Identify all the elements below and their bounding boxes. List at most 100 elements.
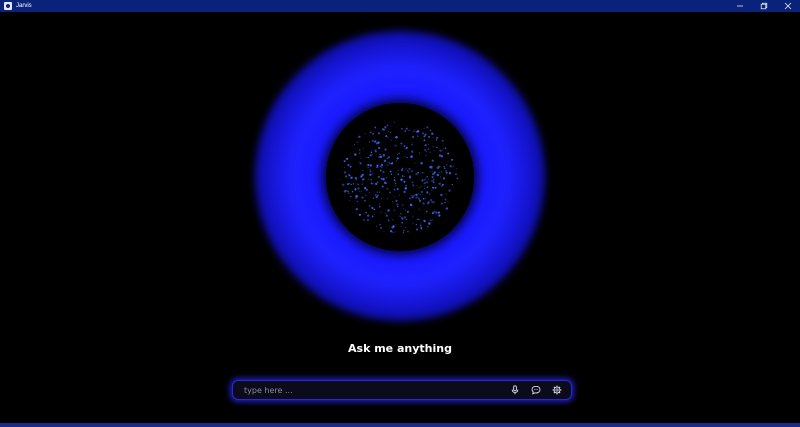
particle bbox=[359, 162, 362, 165]
particle bbox=[425, 210, 428, 213]
particle bbox=[396, 157, 399, 160]
particle bbox=[430, 219, 432, 222]
particle bbox=[371, 215, 374, 218]
particle bbox=[399, 194, 400, 196]
restore-button[interactable] bbox=[752, 0, 776, 12]
particle bbox=[437, 211, 441, 214]
particle bbox=[417, 135, 419, 137]
particle bbox=[397, 173, 400, 176]
particle bbox=[444, 198, 447, 201]
particle bbox=[395, 224, 397, 226]
particle bbox=[387, 209, 390, 212]
particle bbox=[362, 197, 364, 199]
particle bbox=[400, 169, 404, 172]
particle bbox=[434, 186, 437, 189]
particle bbox=[343, 171, 347, 174]
particle bbox=[418, 187, 420, 189]
settings-icon bbox=[552, 385, 562, 395]
particle bbox=[431, 179, 433, 182]
particle bbox=[393, 209, 396, 211]
particle bbox=[410, 150, 414, 153]
particle bbox=[419, 194, 421, 196]
particle bbox=[432, 146, 434, 148]
particle bbox=[427, 143, 430, 145]
particle bbox=[396, 153, 399, 155]
particle bbox=[413, 195, 415, 197]
particle bbox=[389, 170, 392, 173]
particle bbox=[405, 186, 406, 188]
chat-button[interactable] bbox=[527, 381, 545, 399]
particle bbox=[456, 168, 458, 170]
particle bbox=[432, 178, 435, 181]
jarvis-app-icon bbox=[4, 2, 12, 10]
particle bbox=[372, 172, 374, 174]
particle bbox=[419, 224, 422, 227]
particle bbox=[382, 170, 385, 173]
particle bbox=[377, 175, 380, 179]
particle bbox=[346, 157, 349, 160]
particle bbox=[428, 193, 430, 195]
particle bbox=[440, 202, 444, 205]
particle bbox=[403, 229, 405, 232]
close-button[interactable] bbox=[776, 0, 800, 12]
particle bbox=[383, 161, 385, 163]
particle bbox=[346, 190, 349, 193]
particle bbox=[417, 171, 420, 174]
particle bbox=[405, 128, 407, 130]
particle bbox=[439, 176, 442, 178]
particle bbox=[430, 165, 433, 168]
particle bbox=[371, 206, 374, 210]
particle bbox=[423, 185, 425, 187]
particle bbox=[424, 144, 427, 147]
particle bbox=[405, 168, 407, 170]
particle bbox=[429, 151, 432, 153]
particle bbox=[380, 226, 383, 229]
input-bar bbox=[232, 380, 572, 400]
particle bbox=[354, 188, 357, 191]
particle bbox=[386, 187, 389, 190]
particle bbox=[385, 182, 387, 184]
particle bbox=[443, 165, 445, 168]
particle bbox=[407, 230, 409, 233]
particle bbox=[381, 186, 383, 188]
minimize-button[interactable] bbox=[728, 0, 752, 12]
particle bbox=[425, 150, 427, 152]
microphone-button[interactable] bbox=[506, 381, 524, 399]
particle bbox=[433, 150, 435, 152]
particle bbox=[432, 201, 435, 204]
particle bbox=[401, 127, 403, 130]
particle bbox=[360, 157, 362, 159]
restore-icon bbox=[760, 2, 768, 10]
particle bbox=[447, 201, 449, 203]
particle bbox=[398, 215, 400, 217]
particle bbox=[425, 181, 429, 184]
particle bbox=[391, 231, 393, 233]
particle bbox=[445, 193, 447, 195]
particle bbox=[372, 183, 374, 185]
particle bbox=[372, 132, 375, 135]
particle bbox=[413, 129, 415, 131]
particle bbox=[360, 190, 362, 192]
message-input[interactable] bbox=[233, 381, 506, 399]
particle bbox=[384, 126, 387, 129]
particle bbox=[406, 156, 408, 159]
particle bbox=[448, 171, 452, 175]
particle bbox=[424, 212, 426, 214]
particle bbox=[370, 151, 373, 154]
particle bbox=[445, 170, 447, 172]
particle bbox=[364, 187, 367, 190]
particle bbox=[387, 164, 389, 167]
window-controls bbox=[728, 0, 800, 12]
particle bbox=[392, 219, 394, 221]
particle bbox=[405, 148, 407, 150]
particle bbox=[386, 164, 388, 166]
particle bbox=[455, 173, 457, 176]
particle bbox=[363, 178, 365, 180]
particle bbox=[408, 175, 412, 178]
title-bar[interactable]: Jarvis bbox=[0, 0, 800, 12]
particle bbox=[424, 188, 426, 190]
particle bbox=[395, 145, 397, 147]
particle bbox=[377, 141, 380, 144]
particle bbox=[431, 132, 434, 135]
settings-button[interactable] bbox=[548, 381, 566, 399]
